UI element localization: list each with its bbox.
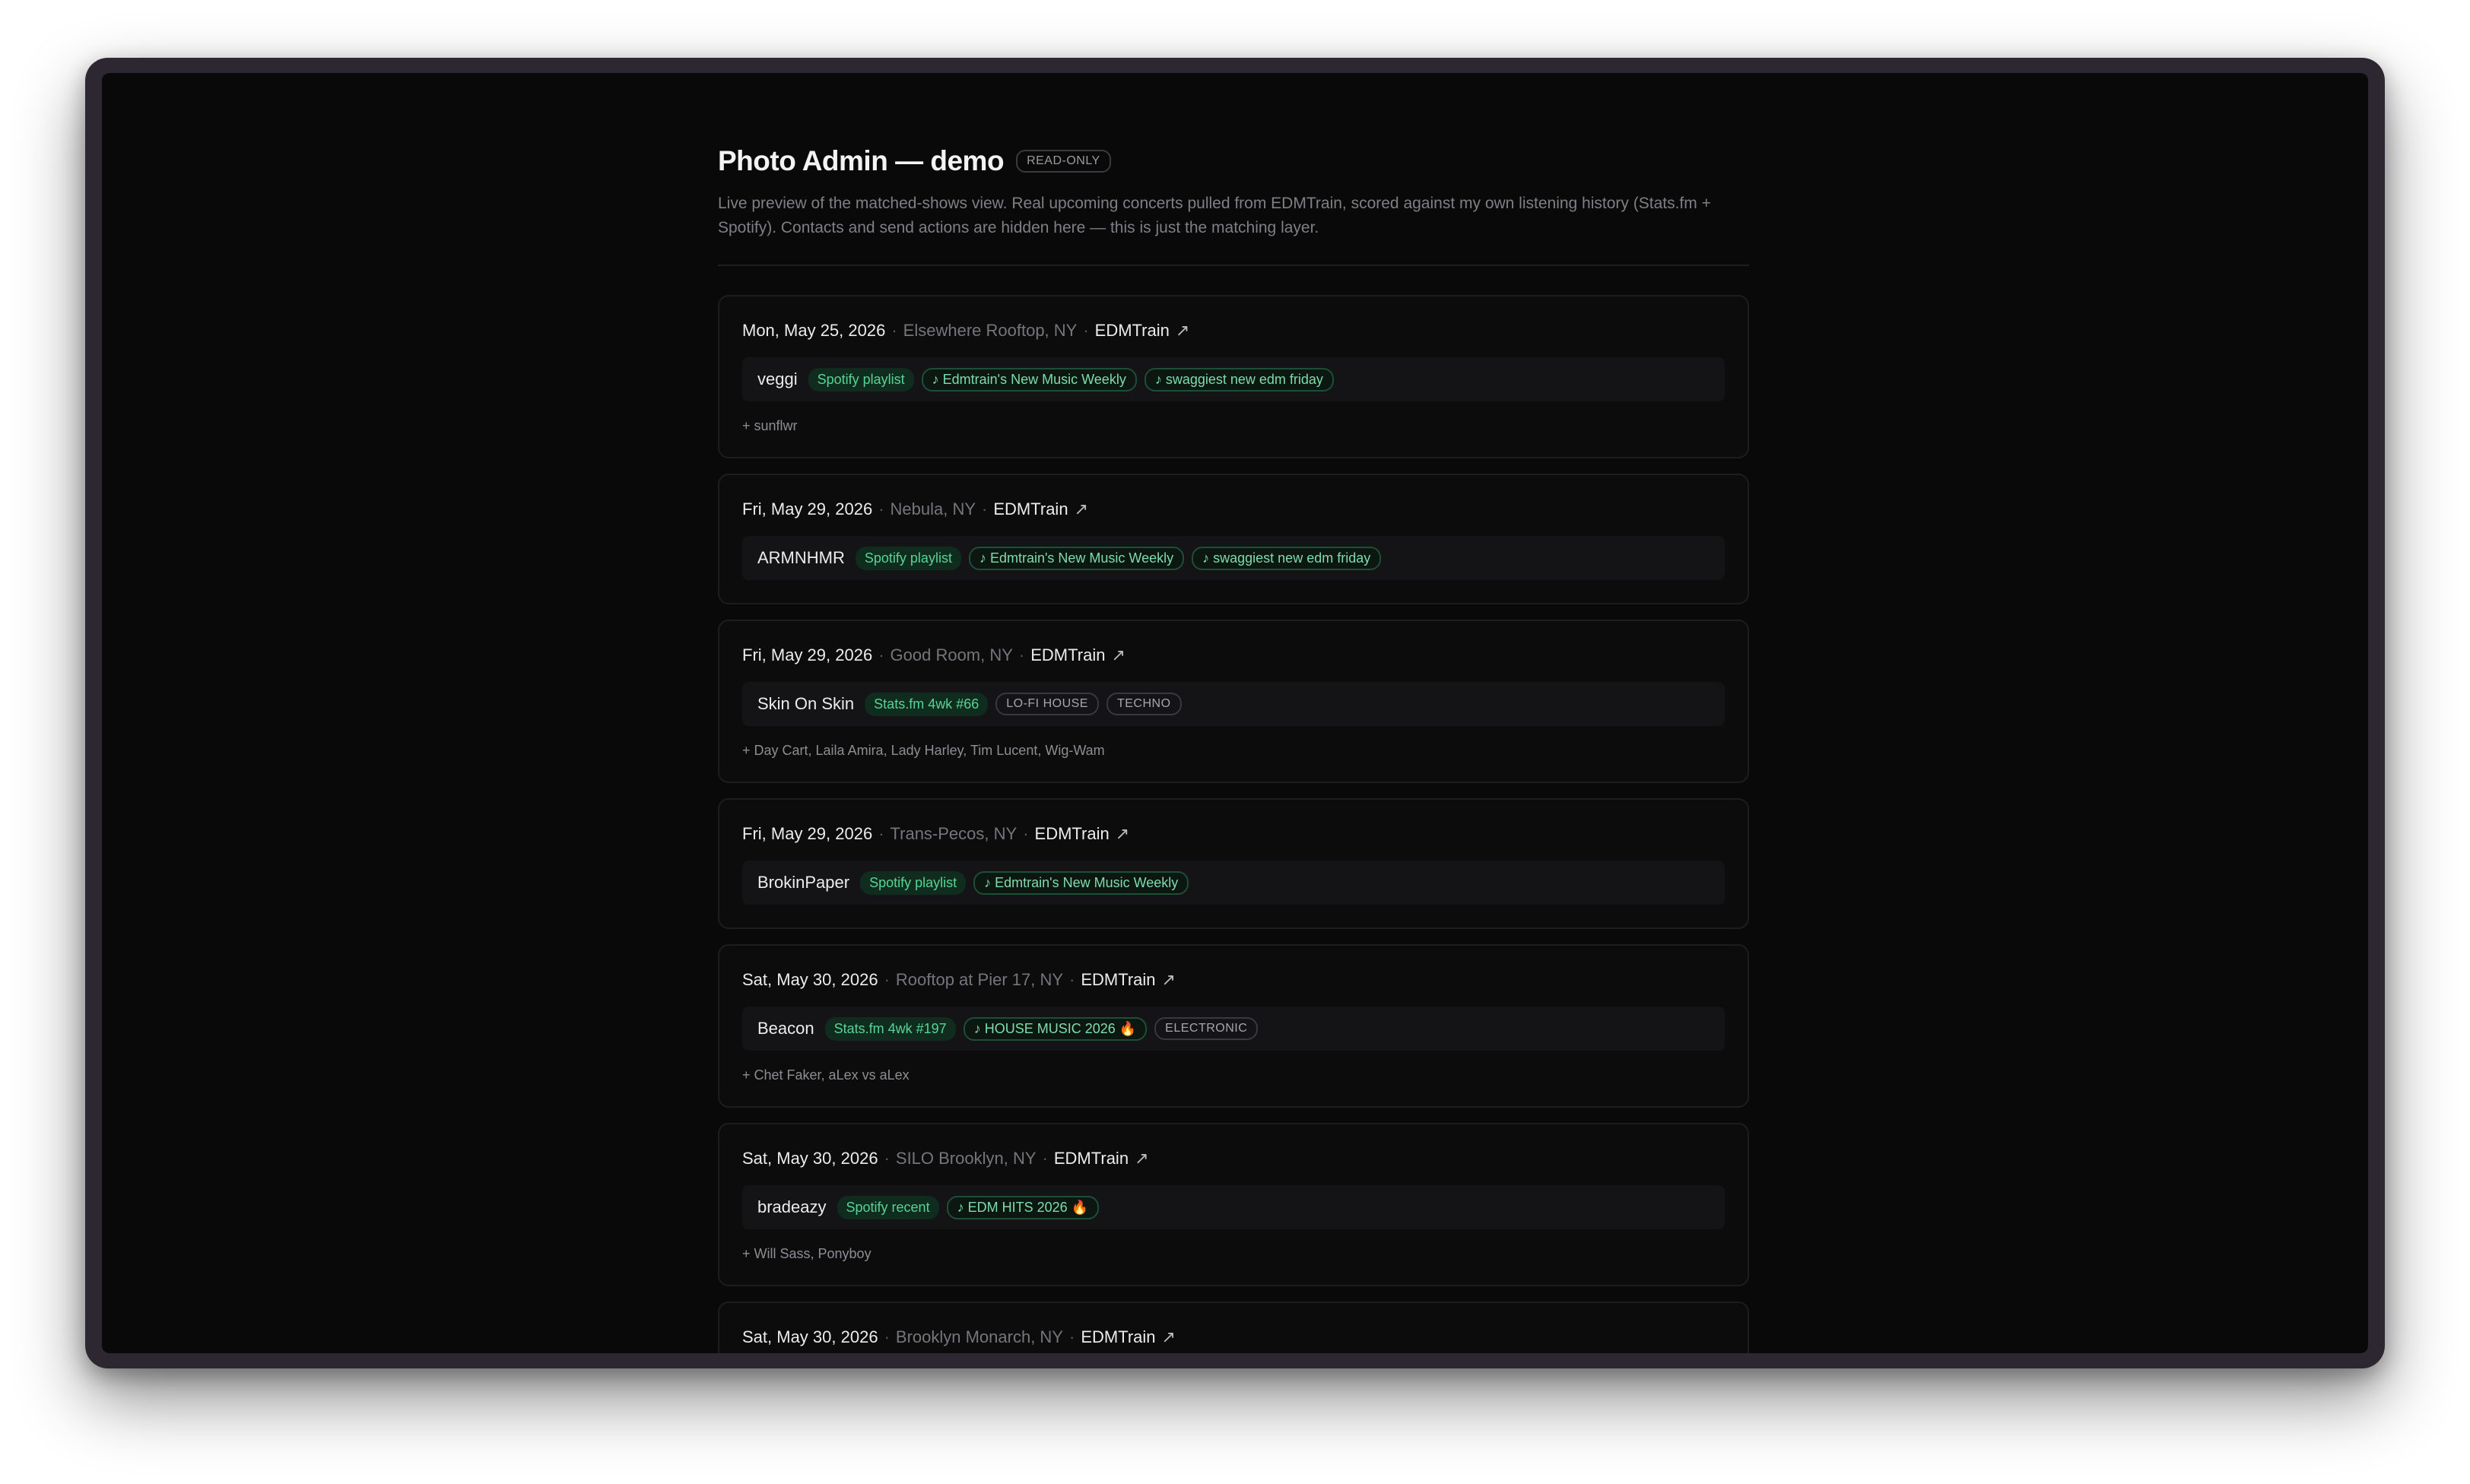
- show-date: Fri, May 29, 2026: [742, 499, 873, 518]
- artist-row: BrokinPaper Spotify playlist ♪ Edmtrain's …: [742, 861, 1725, 905]
- artist-row: Beacon Stats.fm 4wk #197 ♪ HOUSE MUSIC 202…: [742, 1007, 1725, 1051]
- show-card: Sat, May 30, 2026 · Rooftop at Pier 17, NY…: [718, 944, 1749, 1108]
- playlist-tag: ♪ Edmtrain's New Music Weekly: [968, 546, 1185, 570]
- separator: ·: [1042, 1149, 1048, 1168]
- supporting-artists: + Will Sass, Ponyboy: [742, 1246, 871, 1261]
- page-description: Live preview of the matched-shows view. …: [718, 195, 1711, 236]
- artist-row: bradeazy Spotify recent ♪ EDM HITS 2026 🔥: [742, 1185, 1725, 1229]
- artist-name: bradeazy: [757, 1197, 827, 1216]
- header-divider: [718, 265, 1749, 266]
- show-card: Fri, May 29, 2026 · Trans-Pecos, NY · EDMTra…: [718, 798, 1749, 929]
- playlist-tag: ♪ Edmtrain's New Music Weekly: [921, 367, 1137, 392]
- separator: ·: [1069, 970, 1075, 989]
- main-content: Photo Admin — demo READ-ONLY Live previe…: [718, 140, 1749, 1353]
- supporting-artists: + sunflwr: [742, 418, 798, 433]
- show-venue: Nebula, NY: [890, 499, 976, 518]
- source-tag: Stats.fm 4wk #197: [824, 1016, 956, 1041]
- show-list: Mon, May 25, 2026 · Elsewhere Rooftop, NY ·…: [718, 295, 1749, 1353]
- separator: ·: [1083, 321, 1089, 340]
- external-link-icon[interactable]: ↗: [1176, 321, 1189, 341]
- external-link-icon[interactable]: ↗: [1116, 824, 1129, 844]
- show-venue: Brooklyn Monarch, NY: [895, 1327, 1063, 1346]
- external-link-icon[interactable]: ↗: [1135, 1149, 1148, 1168]
- artist-name: Skin On Skin: [757, 694, 855, 713]
- page-title: Photo Admin — demo: [718, 145, 1005, 176]
- source-link[interactable]: EDMTrain: [993, 499, 1068, 519]
- source-tag: Spotify playlist: [855, 546, 961, 570]
- source-tag: Spotify playlist: [808, 367, 914, 392]
- header: Photo Admin — demo READ-ONLY: [718, 140, 1749, 182]
- show-date: Sat, May 30, 2026: [742, 1149, 878, 1168]
- artist-name: BrokinPaper: [757, 873, 850, 892]
- show-header: Sat, May 30, 2026 · SILO Brooklyn, NY · EDMT…: [742, 1146, 1725, 1172]
- genre-tag: LO-FI HOUSE: [995, 693, 1099, 715]
- separator: ·: [878, 824, 884, 843]
- source-tag: Spotify recent: [837, 1195, 939, 1219]
- playlist-tag: ♪ EDM HITS 2026 🔥: [946, 1195, 1100, 1219]
- show-venue: SILO Brooklyn, NY: [895, 1149, 1037, 1168]
- app-screen: Photo Admin — demo READ-ONLY Live previe…: [102, 73, 2368, 1353]
- read-only-badge: READ-ONLY: [1016, 150, 1111, 173]
- playlist-tag: ♪ swaggiest new edm friday: [1144, 367, 1334, 392]
- separator: ·: [982, 499, 988, 518]
- genre-tag: ELECTRONIC: [1154, 1017, 1259, 1040]
- source-link[interactable]: EDMTrain: [1095, 321, 1170, 341]
- show-card: Fri, May 29, 2026 · Nebula, NY · EDMTrain ↗ AR…: [718, 474, 1749, 604]
- show-card: Mon, May 25, 2026 · Elsewhere Rooftop, NY ·…: [718, 295, 1749, 458]
- playlist-tag: ♪ Edmtrain's New Music Weekly: [973, 870, 1189, 895]
- source-link[interactable]: EDMTrain: [1081, 1327, 1155, 1347]
- show-card: Sat, May 30, 2026 · SILO Brooklyn, NY · EDMT…: [718, 1123, 1749, 1286]
- supporting-artists: + Day Cart, Laila Amira, Lady Harley, Ti…: [742, 743, 1105, 758]
- separator: ·: [1068, 1327, 1075, 1346]
- source-link[interactable]: EDMTrain: [1030, 645, 1105, 665]
- separator: ·: [1018, 645, 1025, 664]
- playlist-tag: ♪ HOUSE MUSIC 2026 🔥: [963, 1016, 1148, 1041]
- show-header: Mon, May 25, 2026 · Elsewhere Rooftop, NY ·…: [742, 318, 1725, 344]
- source-tag: Spotify playlist: [860, 870, 967, 895]
- show-date: Sat, May 30, 2026: [742, 1327, 878, 1346]
- artist-name: Beacon: [757, 1019, 814, 1038]
- show-date: Fri, May 29, 2026: [742, 645, 873, 664]
- show-header: Sat, May 30, 2026 · Rooftop at Pier 17, NY…: [742, 967, 1725, 993]
- separator: ·: [884, 970, 890, 989]
- separator: ·: [884, 1327, 890, 1346]
- playlist-tag: ♪ swaggiest new edm friday: [1192, 546, 1382, 570]
- artist-name: ARMNHMR: [757, 548, 845, 567]
- show-date: Fri, May 29, 2026: [742, 824, 873, 843]
- show-date: Mon, May 25, 2026: [742, 321, 886, 340]
- artist-name: veggi: [757, 369, 798, 388]
- source-tag: Stats.fm 4wk #66: [865, 692, 989, 716]
- show-header: Sat, May 30, 2026 · Brooklyn Monarch, NY · E…: [742, 1324, 1725, 1350]
- show-venue: Rooftop at Pier 17, NY: [895, 970, 1064, 989]
- external-link-icon[interactable]: ↗: [1162, 1327, 1176, 1347]
- separator: ·: [878, 499, 884, 518]
- device-frame: Photo Admin — demo READ-ONLY Live previe…: [85, 58, 2385, 1368]
- external-link-icon[interactable]: ↗: [1162, 970, 1176, 990]
- show-header: Fri, May 29, 2026 · Trans-Pecos, NY · EDMTra…: [742, 821, 1725, 847]
- separator: ·: [891, 321, 897, 340]
- show-card: Fri, May 29, 2026 · Good Room, NY · EDMTrain…: [718, 620, 1749, 783]
- show-venue: Elsewhere Rooftop, NY: [903, 321, 1078, 340]
- separator: ·: [884, 1149, 890, 1168]
- artist-row: veggi Spotify playlist ♪ Edmtrain's New Mu…: [742, 357, 1725, 401]
- separator: ·: [878, 645, 884, 664]
- show-card: Sat, May 30, 2026 · Brooklyn Monarch, NY · E…: [718, 1302, 1749, 1353]
- show-venue: Good Room, NY: [890, 645, 1013, 664]
- artist-row: Skin On Skin Stats.fm 4wk #66 LO-FI HOUSE T…: [742, 682, 1725, 726]
- show-venue: Trans-Pecos, NY: [890, 824, 1018, 843]
- external-link-icon[interactable]: ↗: [1111, 645, 1125, 665]
- source-link[interactable]: EDMTrain: [1081, 970, 1155, 990]
- artist-row: ARMNHMR Spotify playlist ♪ Edmtrain's New …: [742, 536, 1725, 580]
- show-date: Sat, May 30, 2026: [742, 970, 878, 989]
- source-link[interactable]: EDMTrain: [1035, 824, 1110, 844]
- show-header: Fri, May 29, 2026 · Good Room, NY · EDMTrain…: [742, 642, 1725, 668]
- separator: ·: [1023, 824, 1029, 843]
- source-link[interactable]: EDMTrain: [1054, 1149, 1129, 1168]
- genre-tag: TECHNO: [1106, 693, 1182, 715]
- show-header: Fri, May 29, 2026 · Nebula, NY · EDMTrain ↗: [742, 496, 1725, 522]
- external-link-icon[interactable]: ↗: [1075, 499, 1088, 519]
- supporting-artists: + Chet Faker, aLex vs aLex: [742, 1067, 910, 1083]
